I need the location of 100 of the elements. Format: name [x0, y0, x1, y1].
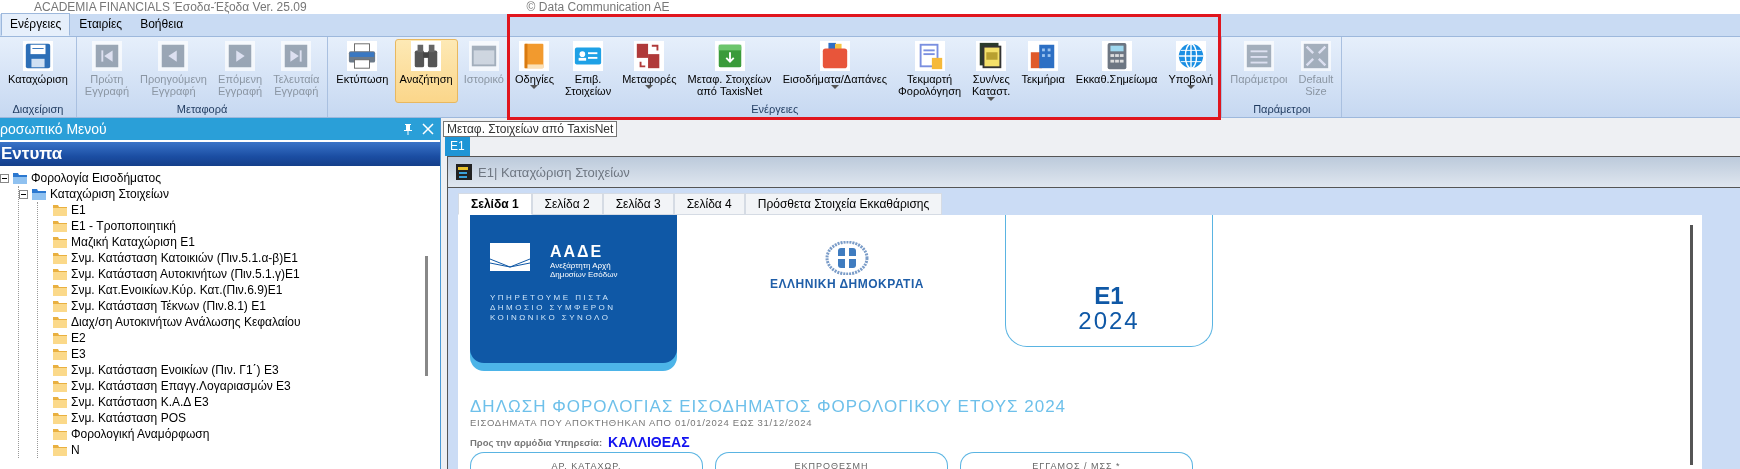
panel-title: ροσωπικό Μενού: [0, 121, 108, 137]
page-tab[interactable]: Σελίδα 3: [602, 193, 674, 215]
form-field[interactable]: ΕΓΓΑΜΟΣ / ΜΣΣ *: [960, 452, 1193, 469]
form-field[interactable]: ΑΡ. ΚΑΤΑΧΩΡ.: [470, 452, 703, 469]
folder-icon: [52, 331, 68, 345]
tree-item[interactable]: Φορολογική Αναμόρφωση: [71, 427, 210, 441]
ribbon-button[interactable]: Μεταφορές: [617, 39, 682, 103]
tooltip: Μεταφ. Στοιχείων από TaxisNet: [443, 121, 618, 137]
tree-item[interactable]: Σνμ. Κατάσταση Τέκνων (Πιν.8.1) E1: [71, 299, 266, 313]
buildings-icon: [1028, 41, 1059, 71]
envelope-icon: [490, 243, 530, 271]
ribbon-button[interactable]: Οδηγίες: [510, 39, 559, 103]
scrollbar[interactable]: [1690, 225, 1693, 465]
form-subheading: ΕΙΣΟΔΗΜΑΤΑ ΠΟΥ ΑΠΟΚΤΗΘΗΚΑΝ ΑΠΟ 01/01/2024 ΕΩΣ 31/12/2024: [470, 417, 814, 428]
folder-icon: [52, 251, 68, 265]
emblem-caption: ΕΛΛΗΝΙΚΗ ΔΗΜΟΚΡΑΤΙΑ: [770, 277, 924, 291]
form-code: E1: [1094, 284, 1124, 308]
ribbon-button[interactable]: Επιβ. Στοιχείων: [559, 39, 617, 103]
ribbon-tab[interactable]: Ενέργειες: [1, 13, 71, 36]
section-header: Εντυπα: [0, 142, 440, 166]
folder-icon: [52, 235, 68, 249]
folder-icon: [52, 395, 68, 409]
collapse-icon[interactable]: [19, 189, 28, 199]
group-label: Μεταφορά: [176, 103, 228, 117]
logo-motto: ΥΠΗΡΕΤΟΥΜΕ ΠΙΣΤΑ ΔΗΜΟΣΙΟ ΣΥΜΦΕΡΟΝ ΚΟΙΝΩΝΙΚΟ ΣΥΝΟΛΟ: [490, 293, 617, 323]
window-title: E1| Καταχώριση Στοιχείων: [478, 164, 630, 180]
next-icon: [225, 41, 256, 71]
form-year: 2024: [1078, 308, 1140, 334]
skip-last-icon: [281, 41, 312, 71]
binoculars-icon: [411, 41, 442, 71]
calculator-icon: [1101, 41, 1132, 71]
ribbon-button[interactable]: Υποβολή: [1163, 39, 1219, 103]
tree-item[interactable]: Σνμ. Κατάσταση Κατοικιών (Πιν.5.1.α-β)E1: [71, 251, 298, 265]
ribbon-button[interactable]: Εκκαθ.Σημείωμα: [1070, 39, 1163, 103]
tree-item[interactable]: Διαχ/ση Αυτοκινήτων Ανάλωσης Κεφαλαίου: [71, 315, 301, 329]
emblem-icon: [825, 241, 869, 275]
scrollbar[interactable]: [425, 256, 428, 376]
form-field[interactable]: ΕΚΠΡΟΘΕΣΜΗ: [715, 452, 948, 469]
ribbon-tab[interactable]: Βοήθεια: [131, 13, 193, 36]
tree-item[interactable]: N: [71, 443, 80, 457]
folder-icon: [12, 171, 28, 185]
tree-item[interactable]: Σνμ. Κατ.Ενοικίων.Κύρ. Κατ.(Πιν.6.9)E1: [71, 283, 283, 297]
id-card-icon: [573, 41, 604, 71]
tree-item[interactable]: Καταχώριση Στοιχείων: [50, 187, 169, 201]
copyright-text: © Data Communication AE: [526, 0, 670, 14]
folder-icon: [52, 315, 68, 329]
ribbon-button[interactable]: Αναζήτηση: [394, 39, 458, 103]
folder-icon: [52, 443, 68, 457]
document-stack-icon: [976, 41, 1007, 71]
tree-item[interactable]: E3: [71, 347, 86, 361]
folder-icon: [52, 379, 68, 393]
logo-subtitle: Ανεξάρτητη Αρχή Δημοσίων Εσόδων: [550, 261, 618, 279]
document-calculator-icon: [914, 41, 945, 71]
download-tray-icon: [714, 41, 745, 71]
folder-icon: [52, 347, 68, 361]
tree-item[interactable]: Σνμ. Κατάσταση Κ.Α.Δ E3: [71, 395, 209, 409]
office-label: Προς την αρμόδια Υπηρεσία:: [470, 436, 603, 448]
page-tab[interactable]: Σελίδα 4: [673, 193, 745, 215]
folder-icon: [52, 411, 68, 425]
office-value: ΚΑΛΛΙΘΕΑΣ: [608, 434, 690, 450]
document-arrows-icon: [634, 41, 665, 71]
page-tab[interactable]: Σελίδα 1: [458, 193, 532, 215]
printer-icon: [347, 41, 378, 71]
ribbon-button[interactable]: Τεκμαρτή Φορολόγηση: [893, 39, 967, 103]
folder-icon: [31, 187, 47, 201]
tree-item[interactable]: Σνμ. Κατάσταση POS: [71, 411, 186, 425]
previous-icon: [158, 41, 189, 71]
tree-item[interactable]: Μαζική Καταχώριση E1: [71, 235, 195, 249]
page-tab[interactable]: Πρόσθετα Στοιχεία Εκκαθάρισης: [744, 193, 943, 215]
tree-item[interactable]: Σνμ. Κατάσταση Ενοικίων (Πιν. Γ1΄) E3: [71, 363, 279, 377]
collapse-icon[interactable]: [0, 173, 9, 183]
skip-first-icon: [91, 41, 122, 71]
ribbon-button[interactable]: Εκτύπωση: [331, 39, 394, 103]
ribbon-button[interactable]: Μεταφ. Στοιχείων από TaxisNet: [682, 39, 777, 103]
folder-icon: [52, 267, 68, 281]
window-icon: [468, 41, 499, 71]
expand-arrows-icon: [1301, 41, 1331, 71]
group-label: Ενέργειες: [751, 103, 799, 117]
tree-item[interactable]: E1 - Τροποποιητική: [71, 219, 176, 233]
ribbon-button[interactable]: Εισοδήματα/Δαπάνες: [777, 39, 893, 103]
form-heading: ΔΗΛΩΣΗ ΦΟΡΟΛΟΓΙΑΣ ΕΙΣΟΔΗΜΑΤΟΣ ΦΟΡΟΛΟΓΙΚΟΥ ΕΤΟΥΣ 2024: [470, 397, 1068, 417]
tree-item[interactable]: E1: [71, 203, 86, 217]
ribbon-button[interactable]: Καταχώριση: [3, 39, 73, 103]
pin-icon[interactable]: [402, 123, 414, 135]
tree-item[interactable]: Σνμ. Κατάσταση Αυτοκινήτων (Πιν.5.1.γ)E1: [71, 267, 300, 281]
ribbon-tab[interactable]: Εταιρίες: [70, 13, 132, 36]
ribbon-button[interactable]: Τεκμήρια: [1016, 39, 1070, 103]
app-icon: [456, 164, 472, 180]
folder-icon: [52, 363, 68, 377]
folder-icon: [52, 219, 68, 233]
folder-icon: [52, 427, 68, 441]
app-title: ACADEMIA FINANCIALS Έσοδα-Έξοδα Ver. 25.09: [34, 0, 307, 14]
wallet-icon: [819, 41, 850, 71]
page-tab[interactable]: Σελίδα 2: [531, 193, 603, 215]
tree-item[interactable]: Σνμ. Κατάσταση Επαγγ.Λογαριασμών E3: [71, 379, 291, 393]
tree-item[interactable]: Φορολογία Εισοδήματος: [31, 171, 161, 185]
tree-item[interactable]: E2: [71, 331, 86, 345]
close-icon[interactable]: [422, 123, 434, 135]
folder-icon: [52, 283, 68, 297]
ribbon-button[interactable]: Συν/νες Καταστ.: [967, 39, 1016, 103]
